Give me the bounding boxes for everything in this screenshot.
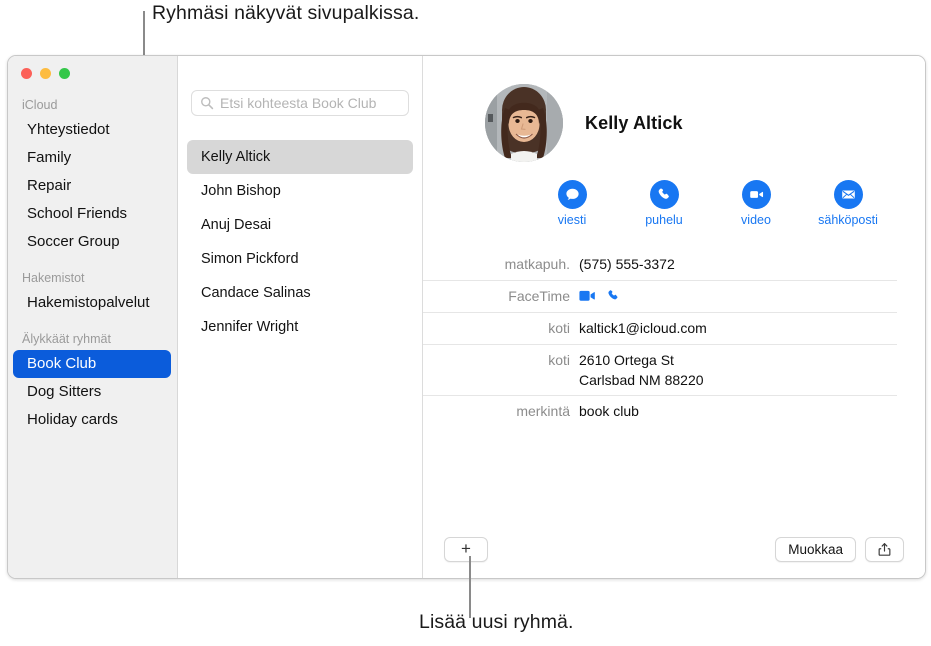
sidebar: iCloud Yhteystiedot Family Repair School… — [8, 56, 178, 578]
sidebar-section-header-hakemistot: Hakemistot — [22, 271, 85, 285]
callout-line-bottom — [469, 556, 471, 618]
info-row-mobile[interactable]: matkapuh. (575) 555-3372 — [423, 249, 897, 280]
mail-icon — [833, 180, 863, 209]
close-button[interactable] — [21, 68, 32, 79]
maximize-button[interactable] — [59, 68, 70, 79]
address-line-1: 2610 Ortega St — [579, 352, 674, 368]
info-label: FaceTime — [508, 288, 570, 304]
add-group-button[interactable]: + — [444, 536, 488, 562]
edit-button[interactable]: Muokkaa — [775, 536, 856, 562]
share-button[interactable] — [865, 536, 904, 562]
avatar[interactable] — [485, 84, 563, 162]
video-button[interactable]: video — [727, 180, 785, 227]
video-label: video — [741, 213, 771, 227]
message-button[interactable]: viesti — [543, 180, 601, 227]
sidebar-item-holiday-cards[interactable]: Holiday cards — [13, 406, 171, 434]
mail-label: sähköposti — [818, 213, 878, 227]
contact-name: Kelly Altick — [585, 112, 683, 133]
list-item[interactable]: Simon Pickford — [187, 242, 413, 276]
info-row-address[interactable]: koti 2610 Ortega St Carlsbad NM 88220 — [423, 344, 897, 395]
window-controls — [21, 68, 70, 79]
video-icon — [741, 180, 771, 209]
info-label: koti — [548, 352, 570, 368]
phone-label: puhelu — [645, 213, 683, 227]
contact-header: Kelly Altick — [423, 84, 925, 162]
search-icon — [200, 96, 214, 110]
share-icon — [877, 542, 892, 557]
sidebar-section-header-icloud: iCloud — [22, 98, 58, 112]
info-value: kaltick1@icloud.com — [579, 320, 707, 336]
sidebar-section-header-alykkaat-ryhmat: Älykkäät ryhmät — [22, 332, 111, 346]
sidebar-item-school-friends[interactable]: School Friends — [13, 200, 171, 228]
callout-text-top: Ryhmäsi näkyvät sivupalkissa. — [152, 2, 420, 24]
sidebar-item-family[interactable]: Family — [13, 144, 171, 172]
phone-icon — [649, 180, 679, 209]
list-item[interactable]: John Bishop — [187, 174, 413, 208]
list-item[interactable]: Kelly Altick — [187, 140, 413, 174]
contact-list-column: Etsi kohteesta Book Club Kelly Altick Jo… — [178, 56, 423, 578]
contact-action-buttons: viesti puhelu video sähköposti — [423, 180, 925, 227]
message-icon — [557, 180, 587, 209]
minimize-button[interactable] — [40, 68, 51, 79]
info-value — [579, 286, 621, 306]
search-placeholder: Etsi kohteesta Book Club — [220, 95, 377, 111]
info-label: merkintä — [516, 403, 570, 419]
sidebar-item-soccer-group[interactable]: Soccer Group — [13, 228, 171, 256]
list-item[interactable]: Anuj Desai — [187, 208, 413, 242]
bottom-toolbar: + Muokkaa — [423, 520, 925, 578]
phone-button[interactable]: puhelu — [635, 180, 693, 227]
facetime-video-icon[interactable] — [579, 290, 596, 302]
sidebar-item-book-club[interactable]: Book Club — [13, 350, 171, 378]
search-input[interactable]: Etsi kohteesta Book Club — [191, 90, 409, 116]
contact-detail-pane: Kelly Altick viesti puhelu video sähköpo… — [423, 56, 925, 578]
info-label: matkapuh. — [504, 256, 570, 272]
info-row-facetime[interactable]: FaceTime — [423, 280, 897, 312]
info-row-email[interactable]: koti kaltick1@icloud.com — [423, 312, 897, 344]
address-line-2: Carlsbad NM 88220 — [579, 372, 704, 388]
sidebar-item-yhteystiedot[interactable]: Yhteystiedot — [13, 116, 171, 144]
facetime-audio-icon[interactable] — [607, 289, 621, 303]
sidebar-item-repair[interactable]: Repair — [13, 172, 171, 200]
mail-button[interactable]: sähköposti — [818, 180, 878, 227]
toolbar-right-group: Muokkaa — [775, 536, 904, 562]
info-row-note[interactable]: merkintä book club — [423, 395, 897, 427]
info-label: koti — [548, 320, 570, 336]
list-item[interactable]: Jennifer Wright — [187, 310, 413, 344]
info-value: (575) 555-3372 — [579, 256, 675, 272]
info-value: 2610 Ortega St Carlsbad NM 88220 — [579, 350, 704, 390]
app-window: iCloud Yhteystiedot Family Repair School… — [7, 55, 926, 579]
contact-list: Kelly Altick John Bishop Anuj Desai Simo… — [178, 140, 422, 344]
info-value: book club — [579, 403, 639, 419]
sidebar-item-dog-sitters[interactable]: Dog Sitters — [13, 378, 171, 406]
list-item[interactable]: Candace Salinas — [187, 276, 413, 310]
callout-text-bottom: Lisää uusi ryhmä. — [419, 611, 574, 633]
sidebar-item-hakemistopalvelut[interactable]: Hakemistopalvelut — [13, 289, 171, 317]
message-label: viesti — [557, 213, 587, 227]
contact-info-table: matkapuh. (575) 555-3372 FaceTime koti k… — [423, 249, 925, 427]
